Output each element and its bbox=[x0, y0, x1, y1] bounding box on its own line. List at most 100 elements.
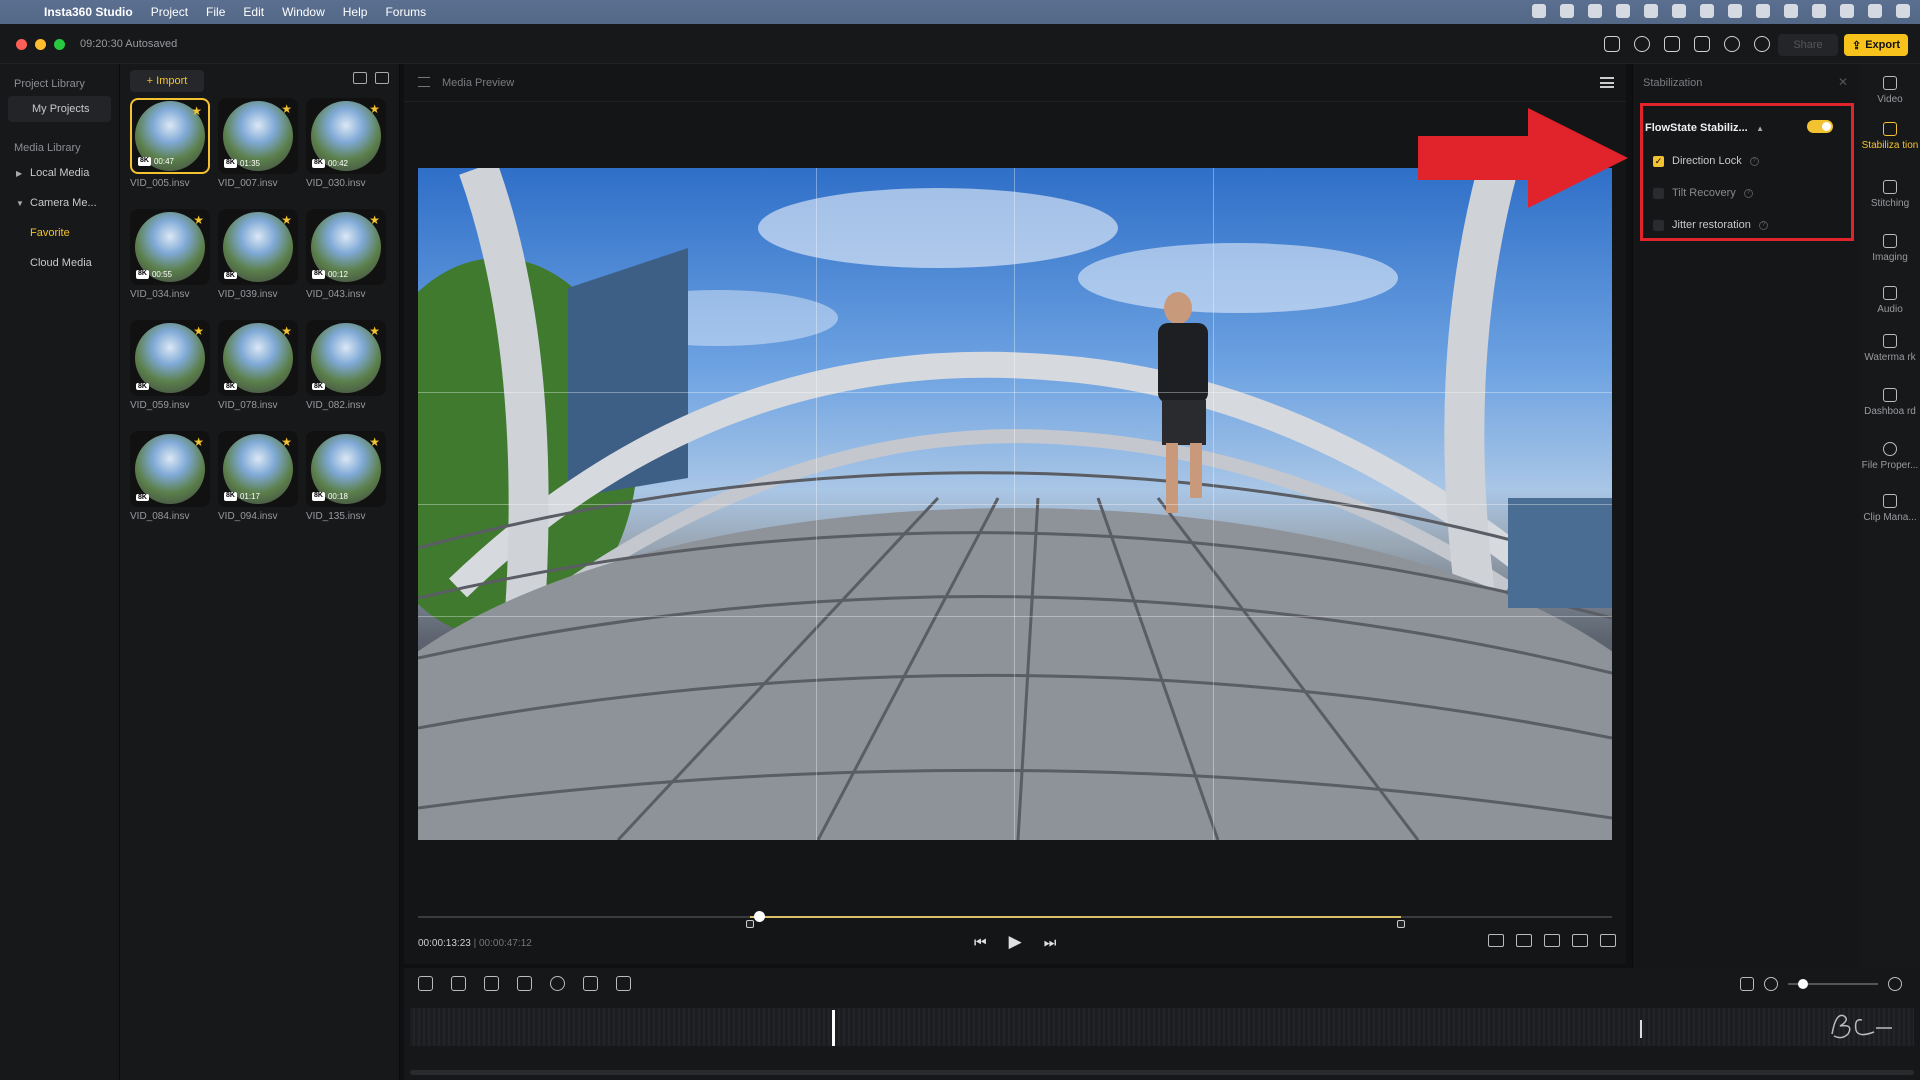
close-window-button[interactable] bbox=[16, 39, 27, 50]
import-button[interactable]: + Import bbox=[130, 70, 204, 92]
media-thumbnail[interactable]: ★ 8K VID_039.insv bbox=[218, 209, 298, 300]
status-icon[interactable] bbox=[1728, 4, 1742, 18]
star-icon[interactable]: ★ bbox=[281, 435, 292, 449]
timeline-playhead[interactable] bbox=[832, 1010, 835, 1046]
account-icon[interactable] bbox=[1754, 36, 1770, 52]
bluetooth-icon[interactable] bbox=[1756, 4, 1770, 18]
rail-item-clip-management[interactable]: Clip Mana... bbox=[1860, 494, 1920, 524]
star-icon[interactable]: ★ bbox=[193, 435, 204, 449]
rail-item-dashboard[interactable]: Dashboa rd bbox=[1860, 388, 1920, 418]
zoom-out-icon[interactable] bbox=[1764, 977, 1778, 991]
zoom-slider[interactable] bbox=[1788, 979, 1878, 989]
media-thumbnail[interactable]: ★ 8K 01:35 VID_007.insv bbox=[218, 98, 298, 189]
add-keyframe-icon[interactable] bbox=[550, 976, 565, 991]
redo-icon[interactable] bbox=[451, 976, 466, 991]
mail-icon[interactable] bbox=[1664, 36, 1680, 52]
menu-edit[interactable]: Edit bbox=[243, 5, 264, 19]
media-thumbnail[interactable]: ★ 8K VID_078.insv bbox=[218, 320, 298, 411]
zoom-in-icon[interactable] bbox=[1888, 977, 1902, 991]
speed-icon[interactable] bbox=[616, 976, 631, 991]
star-icon[interactable]: ★ bbox=[281, 324, 292, 338]
rail-item-video[interactable]: Video bbox=[1860, 76, 1920, 106]
media-thumbnail[interactable]: ★ 8K 01:17 VID_094.insv bbox=[218, 431, 298, 522]
video-track[interactable] bbox=[410, 1008, 1914, 1046]
rail-item-audio[interactable]: Audio bbox=[1860, 286, 1920, 316]
wifi-icon[interactable] bbox=[1812, 4, 1826, 18]
status-icon[interactable] bbox=[1588, 4, 1602, 18]
star-icon[interactable]: ★ bbox=[193, 324, 204, 338]
clock-icon[interactable] bbox=[1840, 4, 1854, 18]
rail-item-stabilization[interactable]: Stabiliza tion bbox=[1860, 122, 1920, 152]
share-button[interactable]: Share bbox=[1778, 34, 1838, 56]
close-icon[interactable]: ✕ bbox=[1838, 75, 1848, 89]
star-icon[interactable]: ★ bbox=[191, 104, 202, 118]
sidebar-item-my-projects[interactable]: My Projects bbox=[8, 96, 111, 122]
media-thumbnail[interactable]: ★ 8K 00:42 VID_030.insv bbox=[306, 98, 386, 189]
star-icon[interactable]: ★ bbox=[369, 324, 380, 338]
next-frame-icon[interactable]: ⏭ bbox=[1044, 934, 1057, 951]
moon-icon[interactable] bbox=[1784, 4, 1798, 18]
sidebar-item-local-media[interactable]: ▶ Local Media bbox=[8, 160, 111, 186]
minimize-window-button[interactable] bbox=[35, 39, 46, 50]
fullscreen-icon[interactable] bbox=[1600, 934, 1616, 947]
resolution-icon[interactable] bbox=[1516, 934, 1532, 947]
help-icon[interactable] bbox=[1634, 36, 1650, 52]
preview-scrubber[interactable] bbox=[418, 911, 1612, 928]
previous-frame-icon[interactable]: ⏮ bbox=[974, 934, 987, 951]
vr-view-icon[interactable] bbox=[1544, 934, 1560, 947]
trim-start-handle[interactable] bbox=[745, 920, 754, 928]
star-icon[interactable]: ★ bbox=[281, 213, 292, 227]
apple-logo-icon[interactable] bbox=[14, 4, 30, 20]
star-icon[interactable]: ★ bbox=[369, 213, 380, 227]
snap-icon[interactable] bbox=[1740, 977, 1754, 991]
split-icon[interactable] bbox=[484, 976, 499, 991]
status-icon[interactable] bbox=[1532, 4, 1546, 18]
snapshot-icon[interactable] bbox=[1572, 934, 1588, 947]
menu-project[interactable]: Project bbox=[151, 5, 188, 19]
menu-window[interactable]: Window bbox=[282, 5, 325, 19]
media-thumbnail[interactable]: ★ 8K 00:12 VID_043.insv bbox=[306, 209, 386, 300]
rail-item-imaging[interactable]: Imaging bbox=[1860, 234, 1920, 264]
zoom-window-button[interactable] bbox=[54, 39, 65, 50]
rail-item-file-properties[interactable]: File Proper... bbox=[1860, 442, 1920, 472]
undo-icon[interactable] bbox=[418, 976, 433, 991]
menu-help[interactable]: Help bbox=[343, 5, 368, 19]
star-icon[interactable]: ★ bbox=[193, 213, 204, 227]
menu-app-name[interactable]: Insta360 Studio bbox=[44, 5, 133, 19]
status-icon[interactable] bbox=[1616, 4, 1630, 18]
status-icon[interactable] bbox=[1560, 4, 1574, 18]
subtitle-icon[interactable] bbox=[1604, 36, 1620, 52]
timeline-scrollbar[interactable] bbox=[410, 1070, 1914, 1075]
sidebar-item-cloud-media[interactable]: Cloud Media bbox=[8, 250, 111, 276]
star-icon[interactable]: ★ bbox=[369, 102, 380, 116]
grid-view-icon[interactable] bbox=[353, 72, 367, 84]
media-thumbnail[interactable]: ★ 8K 00:55 VID_034.insv bbox=[130, 209, 210, 300]
hamburger-menu-icon[interactable] bbox=[1600, 77, 1614, 88]
rail-item-stitching[interactable]: Stitching bbox=[1860, 180, 1920, 210]
ai-track-icon[interactable] bbox=[583, 976, 598, 991]
status-icon[interactable] bbox=[1700, 4, 1714, 18]
media-thumbnail[interactable]: ★ 8K VID_082.insv bbox=[306, 320, 386, 411]
sort-icon[interactable] bbox=[375, 72, 389, 84]
status-icon[interactable] bbox=[1644, 4, 1658, 18]
sidebar-item-camera-media[interactable]: ▼ Camera Me... bbox=[8, 190, 111, 216]
status-icon[interactable] bbox=[1672, 4, 1686, 18]
menu-forums[interactable]: Forums bbox=[385, 5, 426, 19]
trim-icon[interactable] bbox=[517, 976, 532, 991]
trim-marker[interactable] bbox=[1640, 1020, 1642, 1038]
badge-icon[interactable] bbox=[1724, 36, 1740, 52]
star-icon[interactable]: ★ bbox=[369, 435, 380, 449]
video-frame[interactable] bbox=[418, 168, 1612, 840]
control-center-icon[interactable] bbox=[1896, 4, 1910, 18]
media-thumbnail[interactable]: ★ 8K VID_084.insv bbox=[130, 431, 210, 522]
export-button[interactable]: ⇪ Export bbox=[1844, 34, 1908, 56]
panel-menu-icon[interactable] bbox=[418, 77, 430, 87]
search-icon[interactable] bbox=[1868, 4, 1882, 18]
rail-item-watermark[interactable]: Waterma rk bbox=[1860, 334, 1920, 364]
trim-end-handle[interactable] bbox=[1396, 920, 1405, 928]
media-thumbnail[interactable]: ★ 8K 00:18 VID_135.insv bbox=[306, 431, 386, 522]
media-thumbnail[interactable]: ★ 8K 00:47 VID_005.insv bbox=[130, 98, 210, 189]
sidebar-item-favorite[interactable]: Favorite bbox=[8, 220, 111, 246]
playhead-handle[interactable] bbox=[754, 911, 766, 922]
media-thumbnail[interactable]: ★ 8K VID_059.insv bbox=[130, 320, 210, 411]
